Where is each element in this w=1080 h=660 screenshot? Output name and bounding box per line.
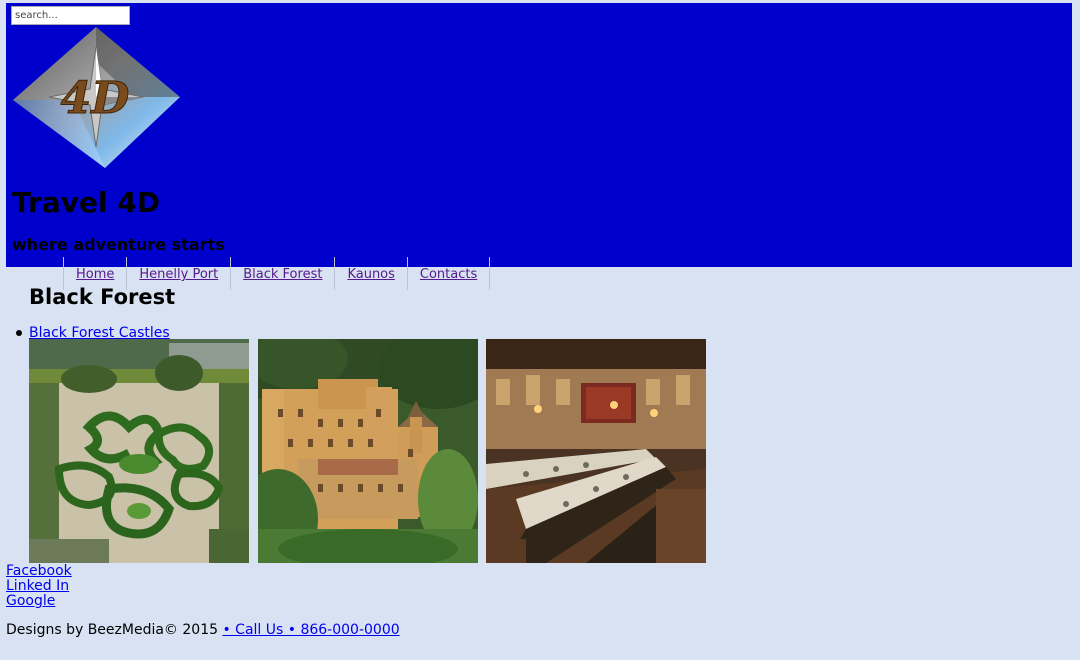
site-logo[interactable]: 4D [13, 27, 180, 168]
banquet-hall-photo[interactable] [486, 339, 706, 563]
site-title: Travel 4D [12, 186, 161, 219]
logo-text: 4D [61, 73, 130, 124]
footer-credit: Designs by BeezMedia© 2015 [6, 622, 223, 638]
social-links: Facebook Linked In Google [6, 564, 72, 609]
nav-link-contacts[interactable]: Contacts [408, 257, 491, 290]
search-input[interactable] [11, 6, 130, 25]
footer: Designs by BeezMedia© 2015 • Call Us • 8… [6, 621, 400, 639]
google-link[interactable]: Google [6, 594, 72, 609]
nav-link-kaunos[interactable]: Kaunos [335, 257, 408, 290]
castle-image [258, 339, 478, 563]
castle-garden-photo[interactable] [29, 339, 249, 563]
page: 4D Travel 4D where adventure starts Home… [0, 0, 1080, 660]
site-tagline: where adventure starts [12, 235, 225, 254]
bullet-icon [16, 330, 22, 336]
page-heading: Black Forest [29, 285, 176, 309]
nav-link-black-forest[interactable]: Black Forest [231, 257, 336, 290]
hall-image [486, 339, 706, 563]
call-us-link[interactable]: • Call Us • 866-000-0000 [222, 622, 399, 638]
castle-exterior-photo[interactable] [258, 339, 478, 563]
facebook-link[interactable]: Facebook [6, 564, 72, 579]
header-banner: 4D Travel 4D where adventure starts [6, 3, 1072, 267]
linkedin-link[interactable]: Linked In [6, 579, 72, 594]
garden-image [29, 339, 249, 563]
